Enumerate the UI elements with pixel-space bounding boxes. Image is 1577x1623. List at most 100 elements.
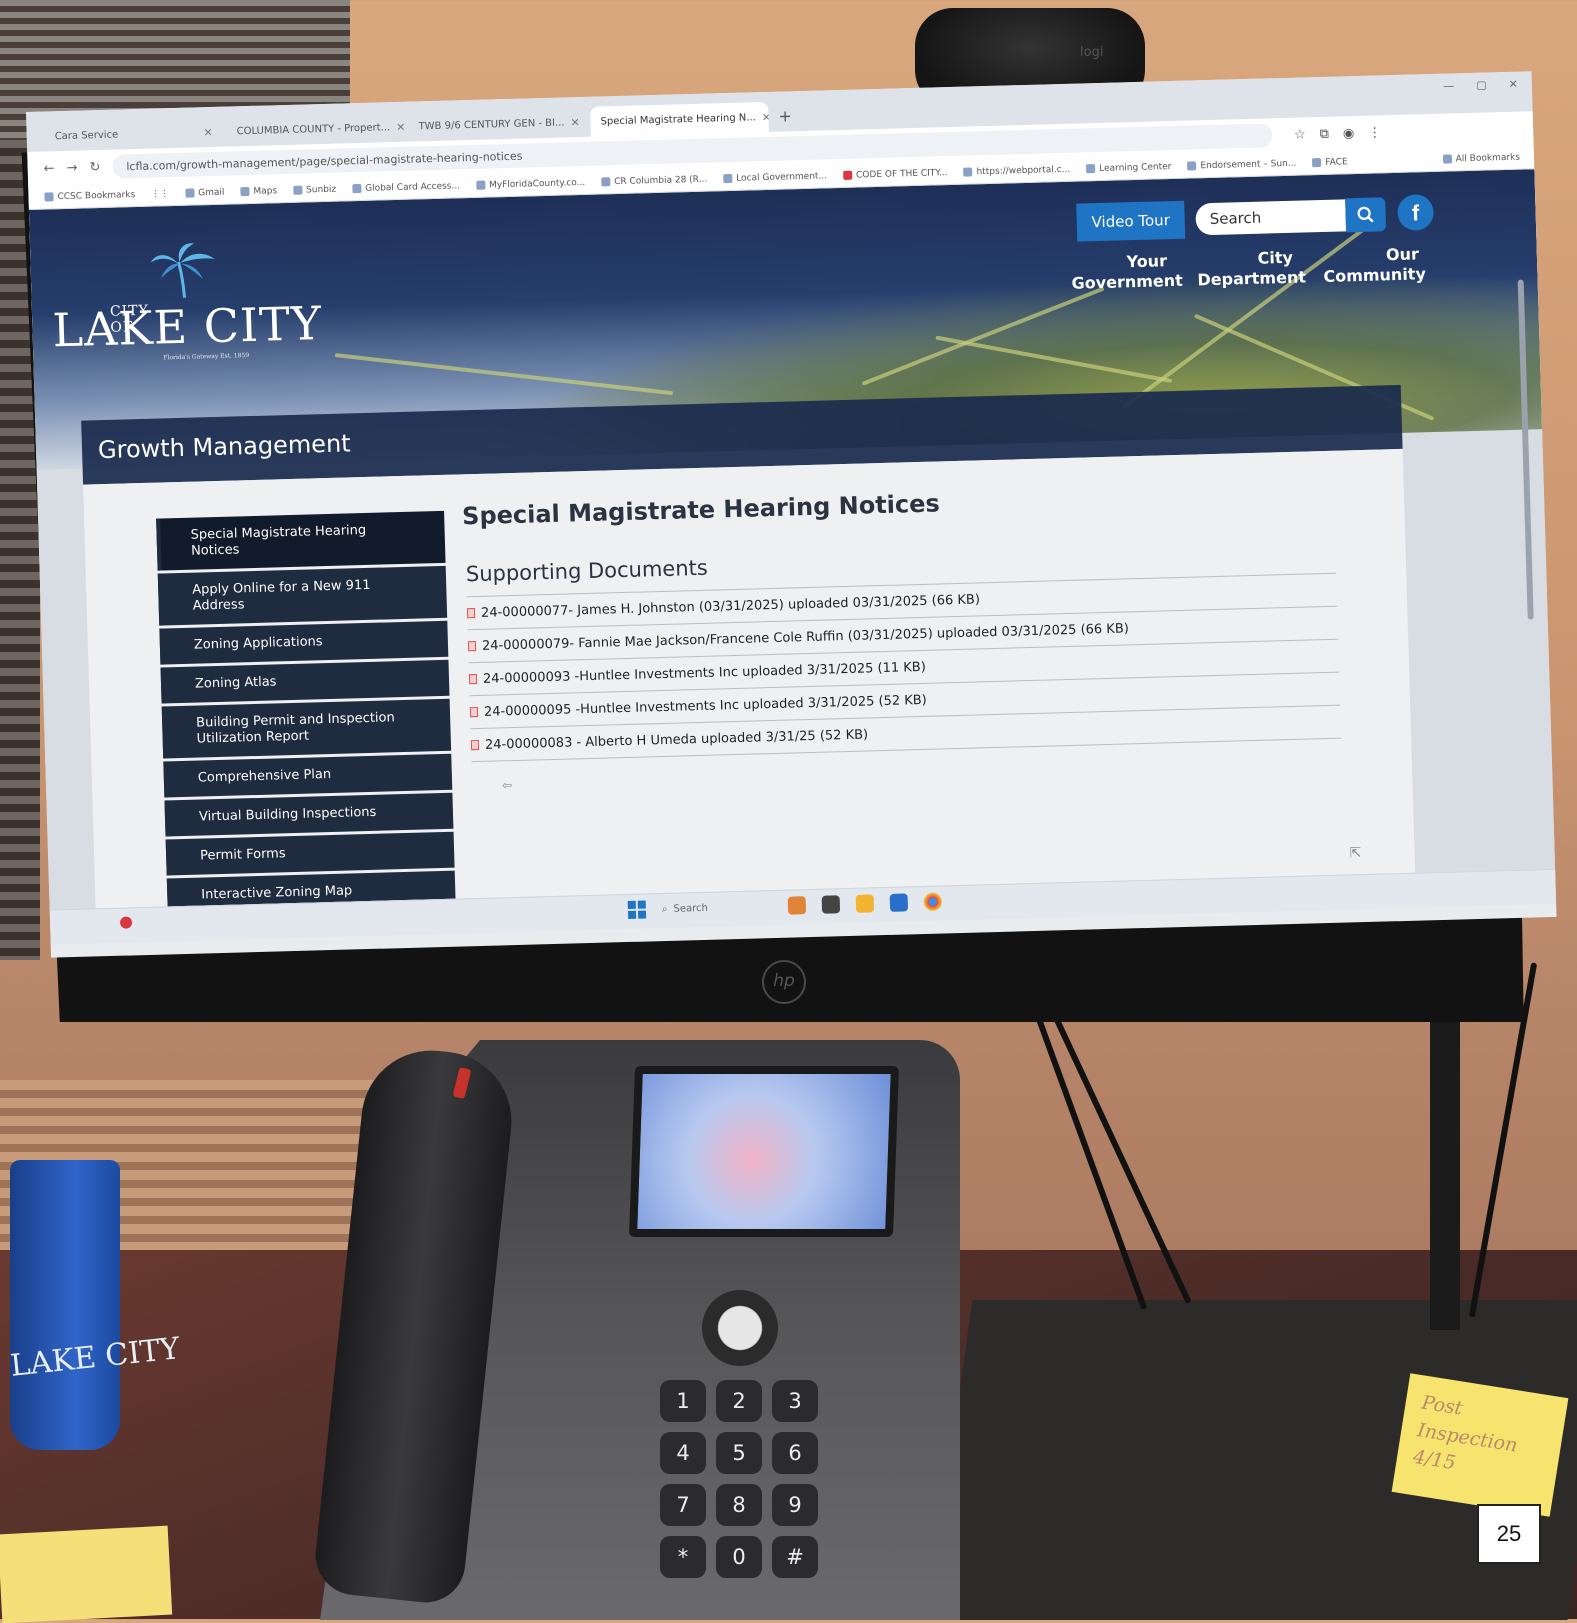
sidebar-item-building-permit-report[interactable]: Building Permit and Inspection Utilizati… <box>161 698 452 759</box>
bookmark-icon <box>1086 164 1096 174</box>
bookmark[interactable]: Gmail <box>185 187 225 198</box>
apps-icon[interactable]: ⋮⋮ <box>151 189 169 199</box>
document-label: 24-00000083 - Alberto H Umeda uploaded 3… <box>484 726 869 753</box>
phone-key: 9 <box>772 1484 818 1526</box>
video-tour-button[interactable]: Video Tour <box>1076 200 1186 242</box>
search-icon: ⌕ <box>661 903 668 915</box>
all-bookmarks[interactable]: All Bookmarks <box>1442 152 1520 164</box>
back-link-icon[interactable]: ⇦ <box>502 778 512 792</box>
bookmark-icon <box>240 186 250 197</box>
phone-key: 3 <box>772 1380 818 1422</box>
bookmark[interactable]: Endorsement – Sun... <box>1187 158 1297 171</box>
sticky-note: Post Inspection 4/15 <box>1391 1373 1569 1517</box>
task-view-icon[interactable] <box>821 895 841 914</box>
phone-key: 7 <box>660 1484 706 1526</box>
new-tab-button[interactable]: + <box>772 106 800 132</box>
document-label: 24-00000095 -Huntlee Investments Inc upl… <box>483 692 927 720</box>
bookmark[interactable]: Learning Center <box>1086 162 1172 174</box>
close-icon[interactable]: ✕ <box>203 125 213 138</box>
bookmark-icon <box>292 185 303 195</box>
bookmark[interactable]: CR Columbia 28 (R... <box>601 174 707 187</box>
notification-badge-icon <box>119 916 133 929</box>
logo-tagline: Florida's Gateway Est. 1859 <box>163 352 250 362</box>
tab-label: Cara Service <box>54 129 119 142</box>
maximize-icon[interactable]: ▢ <box>1476 78 1487 91</box>
sidebar-item-zoning-applications[interactable]: Zoning Applications <box>159 620 449 665</box>
bookmark[interactable]: https://webportal.c... <box>963 164 1070 177</box>
star-icon[interactable]: ☆ <box>1294 127 1306 142</box>
minimize-icon[interactable]: — <box>1443 79 1454 92</box>
bookmark[interactable]: Sunbiz <box>292 184 337 195</box>
reload-icon[interactable]: ↻ <box>89 160 100 175</box>
bookmark-label: CODE OF THE CITY... <box>855 167 948 181</box>
search-button[interactable] <box>1345 197 1387 233</box>
browser-tab-active[interactable]: Special Magistrate Hearing N... ✕ <box>590 101 769 137</box>
bookmark-label: Endorsement – Sun... <box>1200 158 1297 171</box>
facebook-icon[interactable]: f <box>1397 193 1435 231</box>
close-icon[interactable]: ✕ <box>570 116 580 129</box>
phone-key: 6 <box>772 1432 818 1474</box>
close-icon[interactable]: ✕ <box>396 120 405 133</box>
browser-tab[interactable]: TWB 9/6 CENTURY GEN - BI... ✕ <box>408 107 587 142</box>
bookmark[interactable]: CCSC Bookmarks <box>44 190 135 202</box>
bookmark[interactable]: Maps <box>240 186 277 197</box>
pdf-icon <box>470 739 480 751</box>
content-panel: Special Magistrate Hearing Notices Apply… <box>83 448 1416 910</box>
bookmark-label: Gmail <box>198 187 225 198</box>
bookmark-label: Global Card Access... <box>365 180 461 194</box>
pdf-icon <box>469 706 479 718</box>
document-label: 24-00000077- James H. Johnston (03/31/20… <box>480 591 981 621</box>
palm-frond <box>334 353 674 396</box>
file-explorer-icon[interactable] <box>855 894 875 913</box>
monitor-brand-logo: hp <box>762 960 806 1004</box>
taskbar-app-icon[interactable] <box>787 896 807 915</box>
sidebar-nav: Special Magistrate Hearing Notices Apply… <box>156 510 456 910</box>
sidebar-item-comprehensive-plan[interactable]: Comprehensive Plan <box>163 753 453 798</box>
browser-tab[interactable]: COLUMBIA COUNTY - Propert... ✕ <box>226 112 406 147</box>
bookmark[interactable]: Local Government... <box>723 171 827 184</box>
tab-label: COLUMBIA COUNTY - Propert... <box>236 121 391 137</box>
profile-icon[interactable]: ◉ <box>1343 126 1355 141</box>
bookmark[interactable]: Global Card Access... <box>352 181 460 194</box>
bookmark[interactable]: MyFloridaCounty.co... <box>475 177 585 190</box>
phone-display <box>629 1066 899 1237</box>
url-text: lcfla.com/growth-management/page/special… <box>126 149 523 173</box>
webcam-brand: logi <box>1080 45 1104 60</box>
back-icon[interactable]: ← <box>43 161 54 176</box>
phone-key: 0 <box>716 1536 762 1578</box>
search-input[interactable] <box>1195 199 1347 236</box>
close-window-icon[interactable]: ✕ <box>1508 78 1518 91</box>
coffee-mug <box>10 1160 120 1450</box>
nav-our-community[interactable]: Our Community <box>1323 244 1426 287</box>
phone-key: 2 <box>716 1380 762 1422</box>
sidebar-item-911-address[interactable]: Apply Online for a New 911 Address <box>157 565 448 626</box>
bookmark-icon <box>963 167 973 177</box>
mouse-cursor-icon: ⇱ <box>1349 845 1362 862</box>
sidebar-item-permit-forms[interactable]: Permit Forms <box>165 831 455 876</box>
menu-icon[interactable]: ⋮ <box>1368 125 1381 140</box>
phone-key: 5 <box>716 1432 762 1474</box>
sidebar-item-virtual-inspections[interactable]: Virtual Building Inspections <box>164 792 454 837</box>
browser-tab[interactable]: Cara Service ✕ <box>44 117 223 152</box>
sidebar-item-special-magistrate[interactable]: Special Magistrate Hearing Notices <box>156 510 446 571</box>
bookmark-icon <box>44 192 54 202</box>
forward-icon[interactable]: → <box>66 160 77 175</box>
close-icon[interactable]: ✕ <box>762 110 769 123</box>
nav-your-government[interactable]: Your Government <box>1071 251 1183 294</box>
palm-frond <box>861 286 1105 386</box>
bookmark[interactable]: FACE <box>1312 157 1348 168</box>
outlook-icon[interactable] <box>889 893 909 912</box>
sidebar-item-zoning-atlas[interactable]: Zoning Atlas <box>160 659 450 704</box>
taskbar-widgets[interactable] <box>119 916 133 929</box>
document-list: 24-00000077- James H. Johnston (03/31/20… <box>466 572 1342 763</box>
folder-icon <box>1442 154 1452 164</box>
bookmark[interactable]: CODE OF THE CITY... <box>842 167 948 181</box>
windows-start-icon[interactable] <box>627 900 647 920</box>
bookmark-label: Maps <box>253 185 278 197</box>
chrome-icon[interactable] <box>923 892 943 911</box>
extensions-icon[interactable]: ⧉ <box>1319 126 1329 141</box>
nav-city-department[interactable]: City Department <box>1197 248 1306 291</box>
taskbar-search[interactable]: ⌕ Search <box>661 901 772 915</box>
bookmark-label: Sunbiz <box>305 184 337 195</box>
palm-frond <box>935 335 1173 384</box>
